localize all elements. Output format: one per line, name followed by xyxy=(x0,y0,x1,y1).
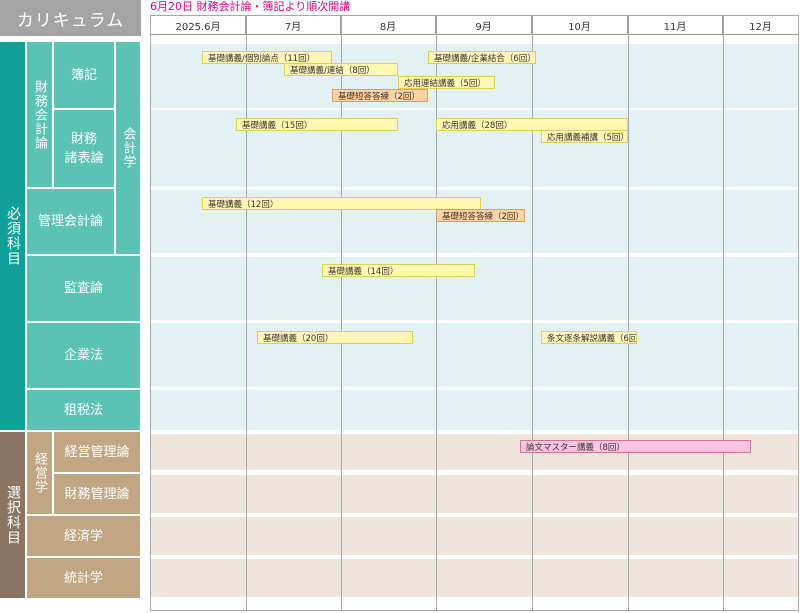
course-bar-keiei-ronbun[interactable]: 論文マスター講義（8回） xyxy=(520,440,751,453)
course-bar-kansa-kiso[interactable]: 基礎講義（14回） xyxy=(322,264,475,277)
category-elective: 選択科目 xyxy=(0,432,25,598)
month-divider xyxy=(628,15,629,611)
course-bar-boki-tanto[interactable]: 基礎短答答練（2回） xyxy=(332,89,428,102)
month-divider xyxy=(532,15,533,611)
subject-kanri-kaikei-ron: 管理会計論 xyxy=(27,189,114,254)
start-notice: 6月20日 財務会計論・簿記より順次開講 xyxy=(150,0,351,13)
month-divider xyxy=(341,15,342,611)
subject-boki: 簿記 xyxy=(54,42,114,108)
course-bar-shohyo-kiso[interactable]: 基礎講義（15回） xyxy=(236,118,398,131)
course-bar-shohyo-hoho[interactable]: 応用講義補講（5回） xyxy=(541,130,628,143)
subject-keiei-kanri-ron: 経営管理論 xyxy=(54,432,140,472)
course-bar-boki-renketsu[interactable]: 基礎講義/連結（8回） xyxy=(284,63,398,76)
course-bar-kigyo-jobun[interactable]: 条文逐条解説講義（6回） xyxy=(541,331,637,344)
subject-zaimu-kanri-ron: 財務管理論 xyxy=(54,474,140,514)
timeline-frame xyxy=(150,15,799,611)
subject-zaimu-shohyo-ron: 財務 諸表論 xyxy=(54,110,114,187)
subject-keizaigaku: 経済学 xyxy=(27,516,140,556)
month-divider xyxy=(436,15,437,611)
subject-kansa-ron: 監査論 xyxy=(27,256,140,321)
subject-kigyo-ho: 企業法 xyxy=(27,323,140,388)
group-keieigaku: 経営学 xyxy=(27,432,52,514)
month-divider xyxy=(246,15,247,611)
course-bar-kanri-tanto[interactable]: 基礎短答答練（2回） xyxy=(436,209,525,222)
category-required: 必須科目 xyxy=(0,42,25,430)
group-zaimu-kaikei-ron: 財務会計論 xyxy=(27,42,52,187)
subject-sozei-ho: 租税法 xyxy=(27,390,140,430)
group-kaikeigaku: 会計学 xyxy=(116,42,140,254)
course-bar-kigyo-kiso[interactable]: 基礎講義（20回） xyxy=(257,331,413,344)
course-bar-boki-kigyo-ketsugo[interactable]: 基礎講義/企業結合（6回） xyxy=(428,51,536,64)
subject-tokeigaku: 統計学 xyxy=(27,558,140,598)
curriculum-title: カリキュラム xyxy=(0,0,141,36)
month-divider xyxy=(723,15,724,611)
course-bar-boki-oyo-renketsu[interactable]: 応用連結講義（5回） xyxy=(398,76,495,89)
